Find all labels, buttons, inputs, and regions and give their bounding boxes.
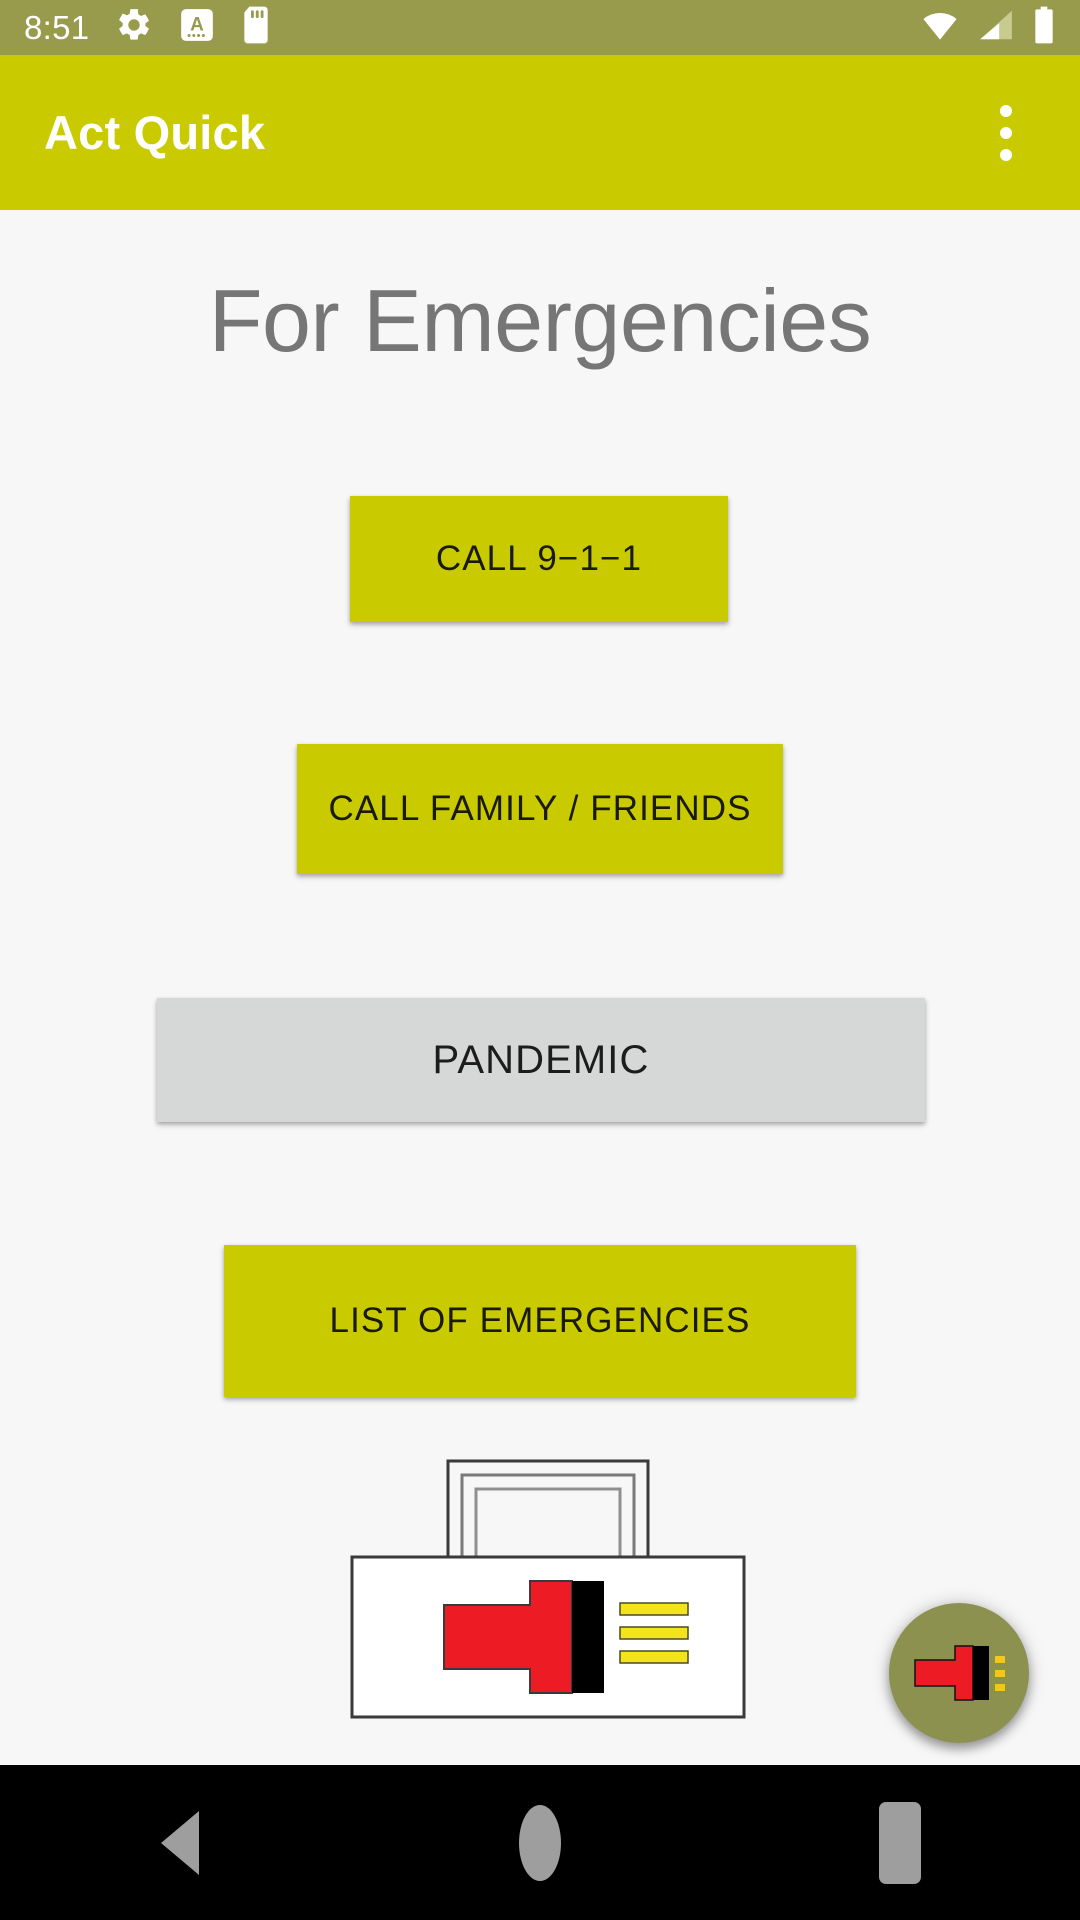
circle-icon <box>519 1804 561 1881</box>
call-family-friends-button[interactable]: CALL FAMILY / FRIENDS <box>297 744 783 874</box>
overflow-menu-button[interactable] <box>976 95 1036 171</box>
status-bar-left: 8:51 A <box>24 5 271 50</box>
status-bar-clock: 8:51 <box>24 9 90 46</box>
status-bar-right <box>920 5 1056 50</box>
app-logo-fab[interactable] <box>889 1603 1029 1743</box>
pandemic-button[interactable]: PANDEMIC <box>157 998 925 1122</box>
wifi-icon <box>920 6 960 49</box>
android-navigation-bar <box>0 1765 1080 1920</box>
sd-card-icon <box>241 5 271 50</box>
status-bar: 8:51 A <box>0 0 1080 55</box>
gear-icon <box>115 6 153 49</box>
svg-text:A: A <box>191 15 205 36</box>
list-of-emergencies-button[interactable]: LIST OF EMERGENCIES <box>224 1245 856 1397</box>
home-button[interactable] <box>440 1765 640 1920</box>
first-aid-kit-logo <box>350 1457 746 1719</box>
overflow-dot <box>1000 104 1012 117</box>
back-button[interactable] <box>80 1765 280 1920</box>
first-aid-mark-icon <box>914 1645 1005 1701</box>
font-size-a-icon: A <box>179 6 215 49</box>
call-911-button[interactable]: CALL 9−1−1 <box>350 496 728 622</box>
overflow-dot <box>1000 126 1012 139</box>
triangle-left-icon <box>161 1810 199 1875</box>
app-bar: Act Quick <box>0 55 1080 210</box>
overflow-dot <box>1000 148 1012 161</box>
app-title: Act Quick <box>44 106 266 159</box>
square-icon <box>879 1801 921 1884</box>
cell-signal-icon <box>976 6 1016 49</box>
main-content: For Emergencies CALL 9−1−1 CALL FAMILY /… <box>0 210 1080 1765</box>
recents-button[interactable] <box>800 1765 1000 1920</box>
battery-icon <box>1032 5 1056 50</box>
page-title: For Emergencies <box>208 271 872 370</box>
